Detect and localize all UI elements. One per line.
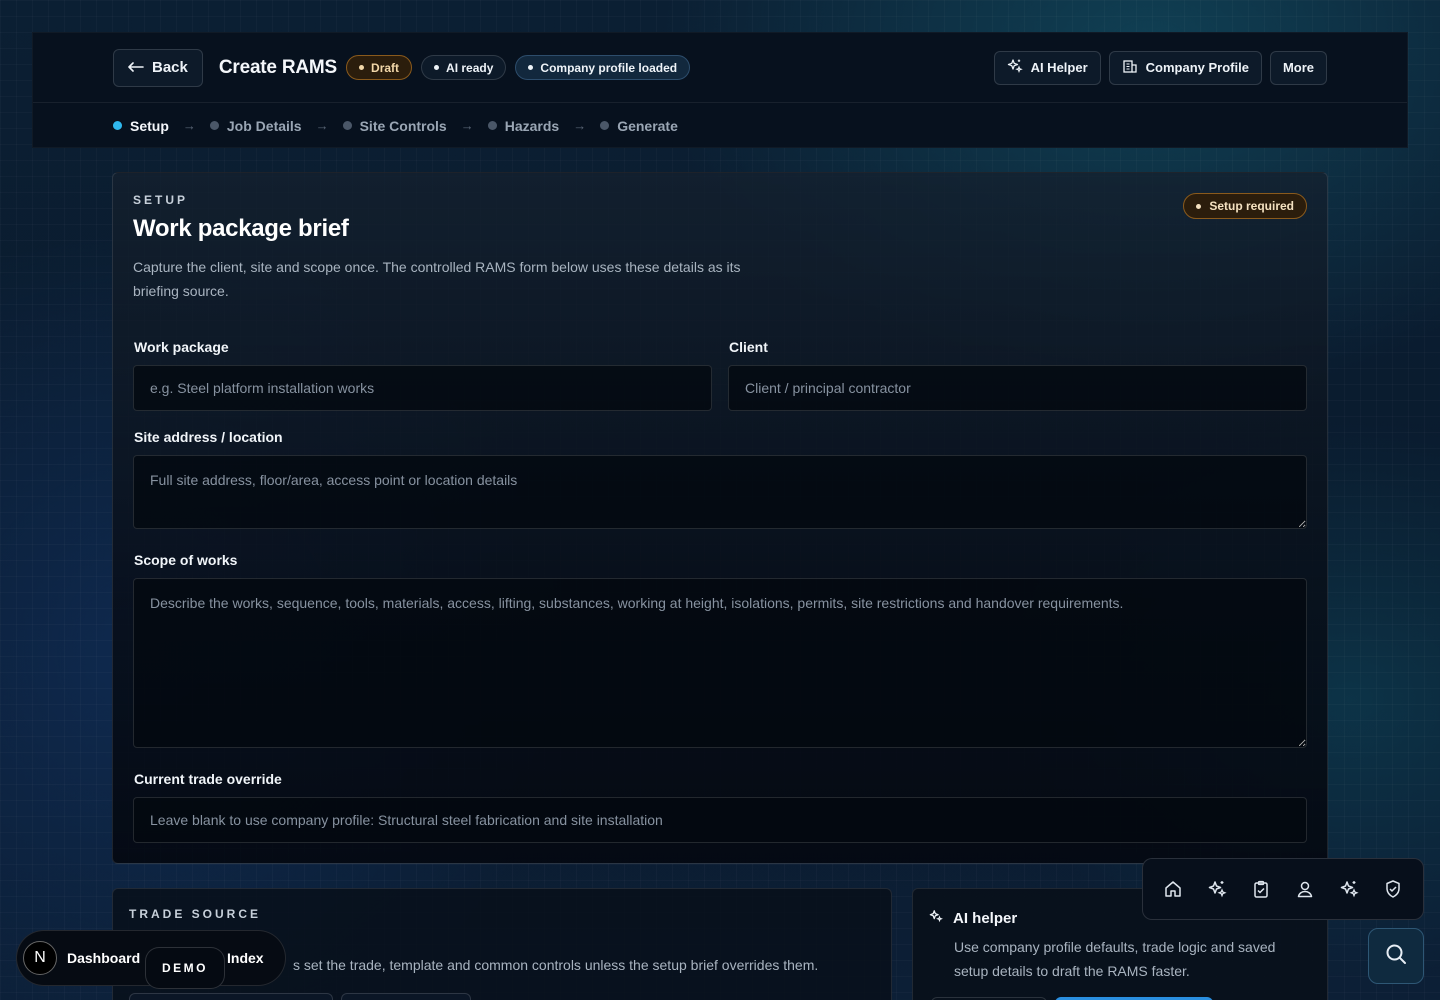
arrow-right-icon: → <box>182 118 196 133</box>
step-dot-icon <box>487 121 497 130</box>
trade-source-text: s set the trade, template and common con… <box>293 957 819 973</box>
ai-helper-title: AI helper <box>953 909 1018 927</box>
badge-label: AI ready <box>446 60 494 75</box>
back-label: Back <box>152 59 188 76</box>
search-button[interactable] <box>1368 928 1424 984</box>
badge-label: Company profile loaded <box>540 60 678 75</box>
dot-icon <box>528 65 534 70</box>
ai-helper-button[interactable]: AI Helper <box>993 50 1101 85</box>
home-icon[interactable] <box>1159 875 1187 903</box>
demo-badge: DEMO <box>145 947 225 989</box>
step-label: Generate <box>617 117 678 134</box>
trade-tab-button[interactable] <box>341 993 471 1000</box>
step-dot-icon <box>209 121 219 130</box>
company-profile-label: Company Profile <box>1145 60 1249 75</box>
sparkles-icon <box>929 909 943 927</box>
status-badge-company-profile: Company profile loaded <box>515 55 691 80</box>
trade-override-label: Current trade override <box>134 771 282 787</box>
app-header: Back Create RAMS Draft AI ready Company … <box>32 32 1408 148</box>
header-actions: AI Helper Company Profile More <box>993 50 1327 85</box>
work-package-card: SETUP Work package brief Capture the cli… <box>112 172 1328 864</box>
dev-index-link[interactable]: Index <box>227 950 264 966</box>
step-generate[interactable]: Generate <box>600 118 678 134</box>
status-badge-draft: Draft <box>346 55 413 80</box>
clipboard-check-icon[interactable] <box>1247 875 1275 903</box>
company-profile-button[interactable]: Company Profile <box>1108 50 1262 85</box>
dot-icon <box>1196 203 1202 209</box>
step-label: Job Details <box>226 117 302 134</box>
site-address-label: Site address / location <box>134 429 283 445</box>
section-description: Capture the client, site and scope once.… <box>133 259 741 299</box>
step-label: Site Controls <box>359 117 447 134</box>
badge-label: Setup required <box>1209 199 1294 213</box>
step-label: Hazards <box>504 117 560 134</box>
arrow-right-icon: → <box>460 118 474 133</box>
step-dot-icon <box>342 121 352 130</box>
client-input[interactable] <box>728 365 1307 411</box>
shield-check-icon[interactable] <box>1379 875 1407 903</box>
building-icon <box>1122 58 1138 77</box>
sparkles-icon[interactable] <box>1203 875 1231 903</box>
page-title: Create RAMS <box>218 56 338 78</box>
back-button[interactable]: Back <box>113 48 203 87</box>
site-address-textarea[interactable] <box>133 455 1307 529</box>
section-eyebrow: SETUP <box>133 193 189 207</box>
status-badge-ai-ready: AI ready <box>421 55 507 80</box>
sparkles-icon[interactable] <box>1335 875 1363 903</box>
search-icon <box>1384 942 1408 971</box>
step-hazards[interactable]: Hazards <box>487 117 560 134</box>
step-job-details[interactable]: Job Details <box>209 117 302 134</box>
section-eyebrow: TRADE SOURCE <box>129 907 262 921</box>
more-label: More <box>1282 60 1314 75</box>
trade-tab-button[interactable] <box>129 993 333 1000</box>
dot-icon <box>434 65 440 70</box>
step-site-controls[interactable]: Site Controls <box>342 117 447 134</box>
dev-dashboard-link[interactable]: Dashboard <box>67 950 140 966</box>
work-package-label: Work package <box>134 339 229 355</box>
user-pin-icon[interactable] <box>1291 875 1319 903</box>
trade-override-input[interactable] <box>133 797 1307 843</box>
scope-of-works-textarea[interactable] <box>133 578 1307 748</box>
next-logo[interactable]: N <box>23 941 57 975</box>
more-button[interactable]: More <box>1269 50 1327 85</box>
dot-icon <box>359 65 365 70</box>
client-label: Client <box>729 339 768 355</box>
step-dot-icon <box>600 121 610 130</box>
header-toolbar: Back Create RAMS Draft AI ready Company … <box>33 33 1407 103</box>
dev-toolbar: N Dashboard Index DEMO <box>16 930 286 989</box>
sparkles-icon <box>1007 58 1023 77</box>
quick-nav-toolbar <box>1142 858 1424 920</box>
ai-helper-description: Use company profile defaults, trade logi… <box>954 939 1276 979</box>
step-label: Setup <box>130 117 169 134</box>
stepper: Setup → Job Details → Site Controls → Ha… <box>33 103 1407 148</box>
section-title: Work package brief <box>133 215 349 242</box>
ai-helper-label: AI Helper <box>1030 60 1088 75</box>
arrow-left-icon <box>128 59 144 76</box>
work-package-input[interactable] <box>133 365 712 411</box>
badge-label: Draft <box>371 60 400 75</box>
scope-of-works-label: Scope of works <box>134 552 238 568</box>
setup-required-badge: Setup required <box>1183 193 1307 219</box>
arrow-right-icon: → <box>573 118 587 133</box>
arrow-right-icon: → <box>315 118 329 133</box>
step-dot-icon <box>113 121 122 130</box>
step-setup[interactable]: Setup <box>113 118 169 134</box>
